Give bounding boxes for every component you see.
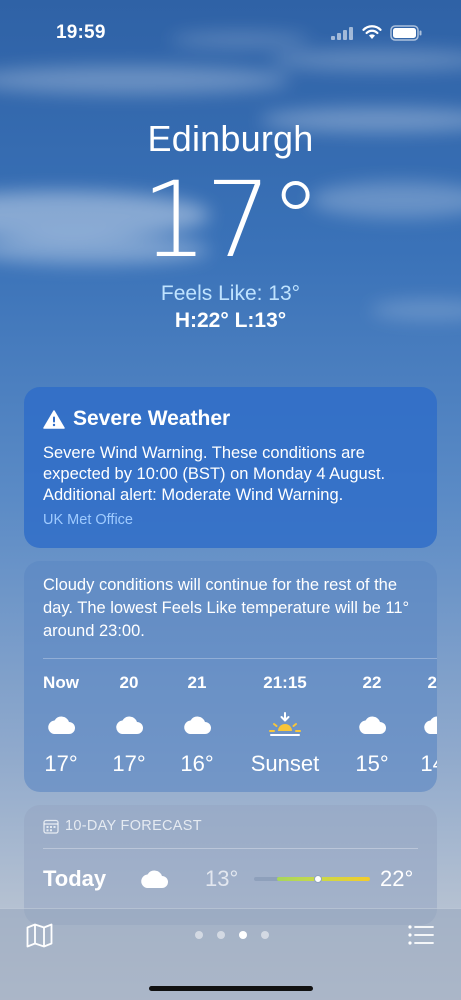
cloud-icon (141, 870, 168, 888)
hour-item: 20 17° (94, 673, 164, 777)
forecast-high: 22° (380, 866, 414, 891)
page-indicator[interactable] (195, 931, 283, 939)
city-name: Edinburgh (147, 118, 314, 159)
hour-item: 21 16° (162, 673, 232, 777)
status-bar: 19:59 (0, 0, 461, 60)
calendar-icon (43, 819, 59, 834)
home-indicator[interactable] (149, 986, 313, 991)
forecast-header: 10-DAY FORECAST (43, 818, 202, 834)
current-temperature-wrap: 17° (0, 168, 461, 272)
hour-temp: 16° (180, 751, 214, 776)
forecast-header-label: 10-DAY FORECAST (65, 818, 202, 834)
hour-temp: Sunset (250, 751, 320, 776)
bottom-toolbar (0, 908, 461, 1000)
forecast-divider (43, 848, 418, 849)
hour-item-sunset: 21:15 Sunset (235, 673, 335, 777)
sunset-icon (269, 712, 301, 736)
high-low: H:22° L:13° (174, 309, 287, 332)
cloud-icon (116, 716, 143, 734)
alert-title-row: Severe Weather (43, 407, 230, 431)
temperature-range-fill (277, 877, 370, 881)
warning-triangle-icon (43, 409, 65, 429)
hour-item: 23 14° (402, 673, 437, 777)
hour-time: 21 (187, 673, 207, 692)
cellular-signal-icon (331, 27, 353, 40)
hourly-divider (43, 658, 437, 659)
alert-source-link[interactable]: UK Met Office (43, 512, 133, 528)
alert-body: Severe Wind Warning. These conditions ar… (43, 444, 386, 504)
hour-time: 23 (427, 673, 437, 692)
hour-temp: 17° (112, 751, 146, 776)
map-icon[interactable] (26, 923, 53, 948)
alert-title: Severe Weather (73, 407, 231, 430)
hour-time: 22 (362, 673, 382, 692)
temperature-range-bar (254, 875, 370, 883)
hourly-forecast-card[interactable]: Cloudy conditions will continue for the … (24, 561, 437, 792)
hour-item: 22 15° (337, 673, 407, 777)
cloud-icon (48, 716, 75, 734)
page-dot[interactable] (217, 931, 225, 939)
forecast-low: 13° (205, 866, 239, 891)
page-dot[interactable] (195, 931, 203, 939)
cloud-icon (184, 716, 211, 734)
location-header: Edinburgh (0, 118, 461, 160)
page-dot-active[interactable] (239, 931, 247, 939)
hourly-summary: Cloudy conditions will continue for the … (43, 576, 410, 640)
hour-temp: 17° (44, 751, 78, 776)
severe-weather-card[interactable]: Severe Weather Severe Wind Warning. Thes… (24, 387, 437, 548)
hour-temp: 14° (420, 751, 437, 776)
hour-temp: 15° (355, 751, 389, 776)
current-temperature: 17° (141, 159, 321, 281)
hour-item: Now 17° (26, 673, 96, 777)
page-dot[interactable] (261, 931, 269, 939)
cloud-icon (359, 716, 386, 734)
status-time: 19:59 (56, 22, 106, 43)
cloud-icon (424, 716, 437, 734)
feels-like: Feels Like: 13° (160, 282, 301, 305)
forecast-day: Today (43, 866, 107, 891)
wifi-icon (362, 25, 382, 39)
ten-day-forecast-card[interactable]: 10-DAY FORECAST Today 13° 22° (24, 805, 437, 925)
list-icon[interactable] (408, 925, 434, 945)
battery-icon (390, 25, 422, 41)
current-temperature-dot (313, 875, 322, 883)
hour-time: Now (43, 673, 79, 692)
hour-time: 20 (119, 673, 139, 692)
hour-time: 21:15 (263, 673, 307, 692)
